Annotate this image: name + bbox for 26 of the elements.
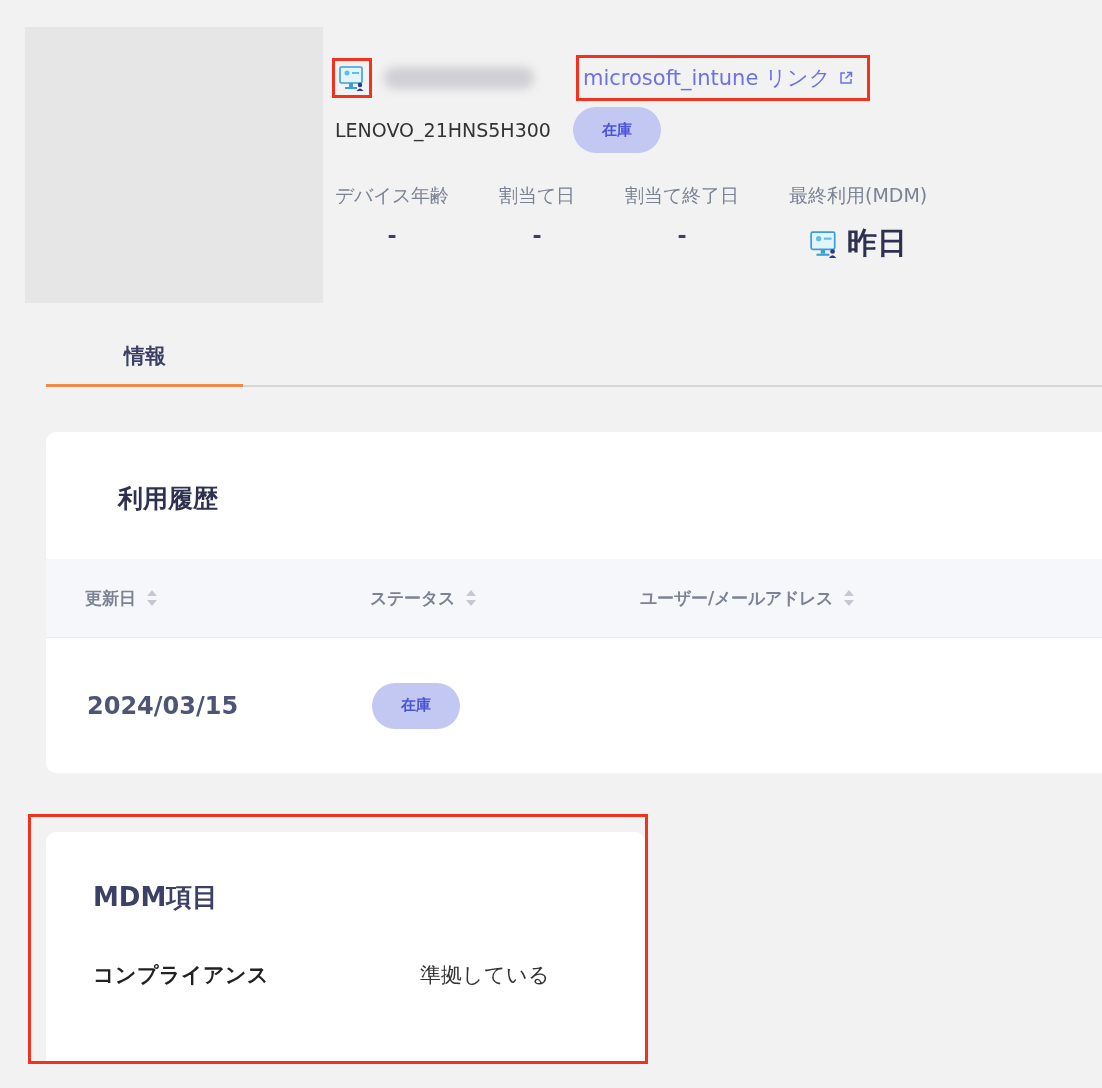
stat-value: -	[677, 223, 687, 248]
table-cell-text: 2024/03/15	[87, 691, 240, 720]
stat-value: 昨日	[847, 224, 908, 262]
column-header[interactable]: 更新日	[85, 586, 136, 610]
stat-value: -	[532, 223, 542, 248]
stat-label: 割当て終了日	[625, 183, 739, 208]
sort-icon[interactable]	[843, 589, 856, 607]
card-title: 利用履歴	[116, 483, 219, 515]
intune-link[interactable]: microsoft_intune リンク	[583, 64, 853, 92]
field-label: コンプライアンス	[93, 962, 270, 989]
stat-label: デバイス年齢	[335, 183, 449, 208]
status-badge: 在庫	[372, 682, 460, 729]
tab[interactable]: 情報	[46, 335, 243, 387]
external-link-icon	[839, 71, 853, 85]
status-badge: 在庫	[572, 107, 661, 153]
model-name: LENOVO_21HNS5H300	[335, 119, 551, 141]
stat-label: 割当て日	[499, 183, 575, 208]
sort-icon[interactable]	[465, 589, 477, 607]
monitor-user-icon	[338, 64, 366, 92]
stat-value: -	[387, 223, 397, 248]
sort-icon[interactable]	[146, 589, 158, 607]
column-header[interactable]: ユーザー/メールアドレス	[640, 586, 834, 610]
field-value: 準拠している	[420, 962, 551, 989]
card-title: MDM項目	[93, 881, 220, 914]
column-header[interactable]: ステータス	[370, 586, 455, 610]
stat-label: 最終利用(MDM)	[789, 183, 928, 208]
